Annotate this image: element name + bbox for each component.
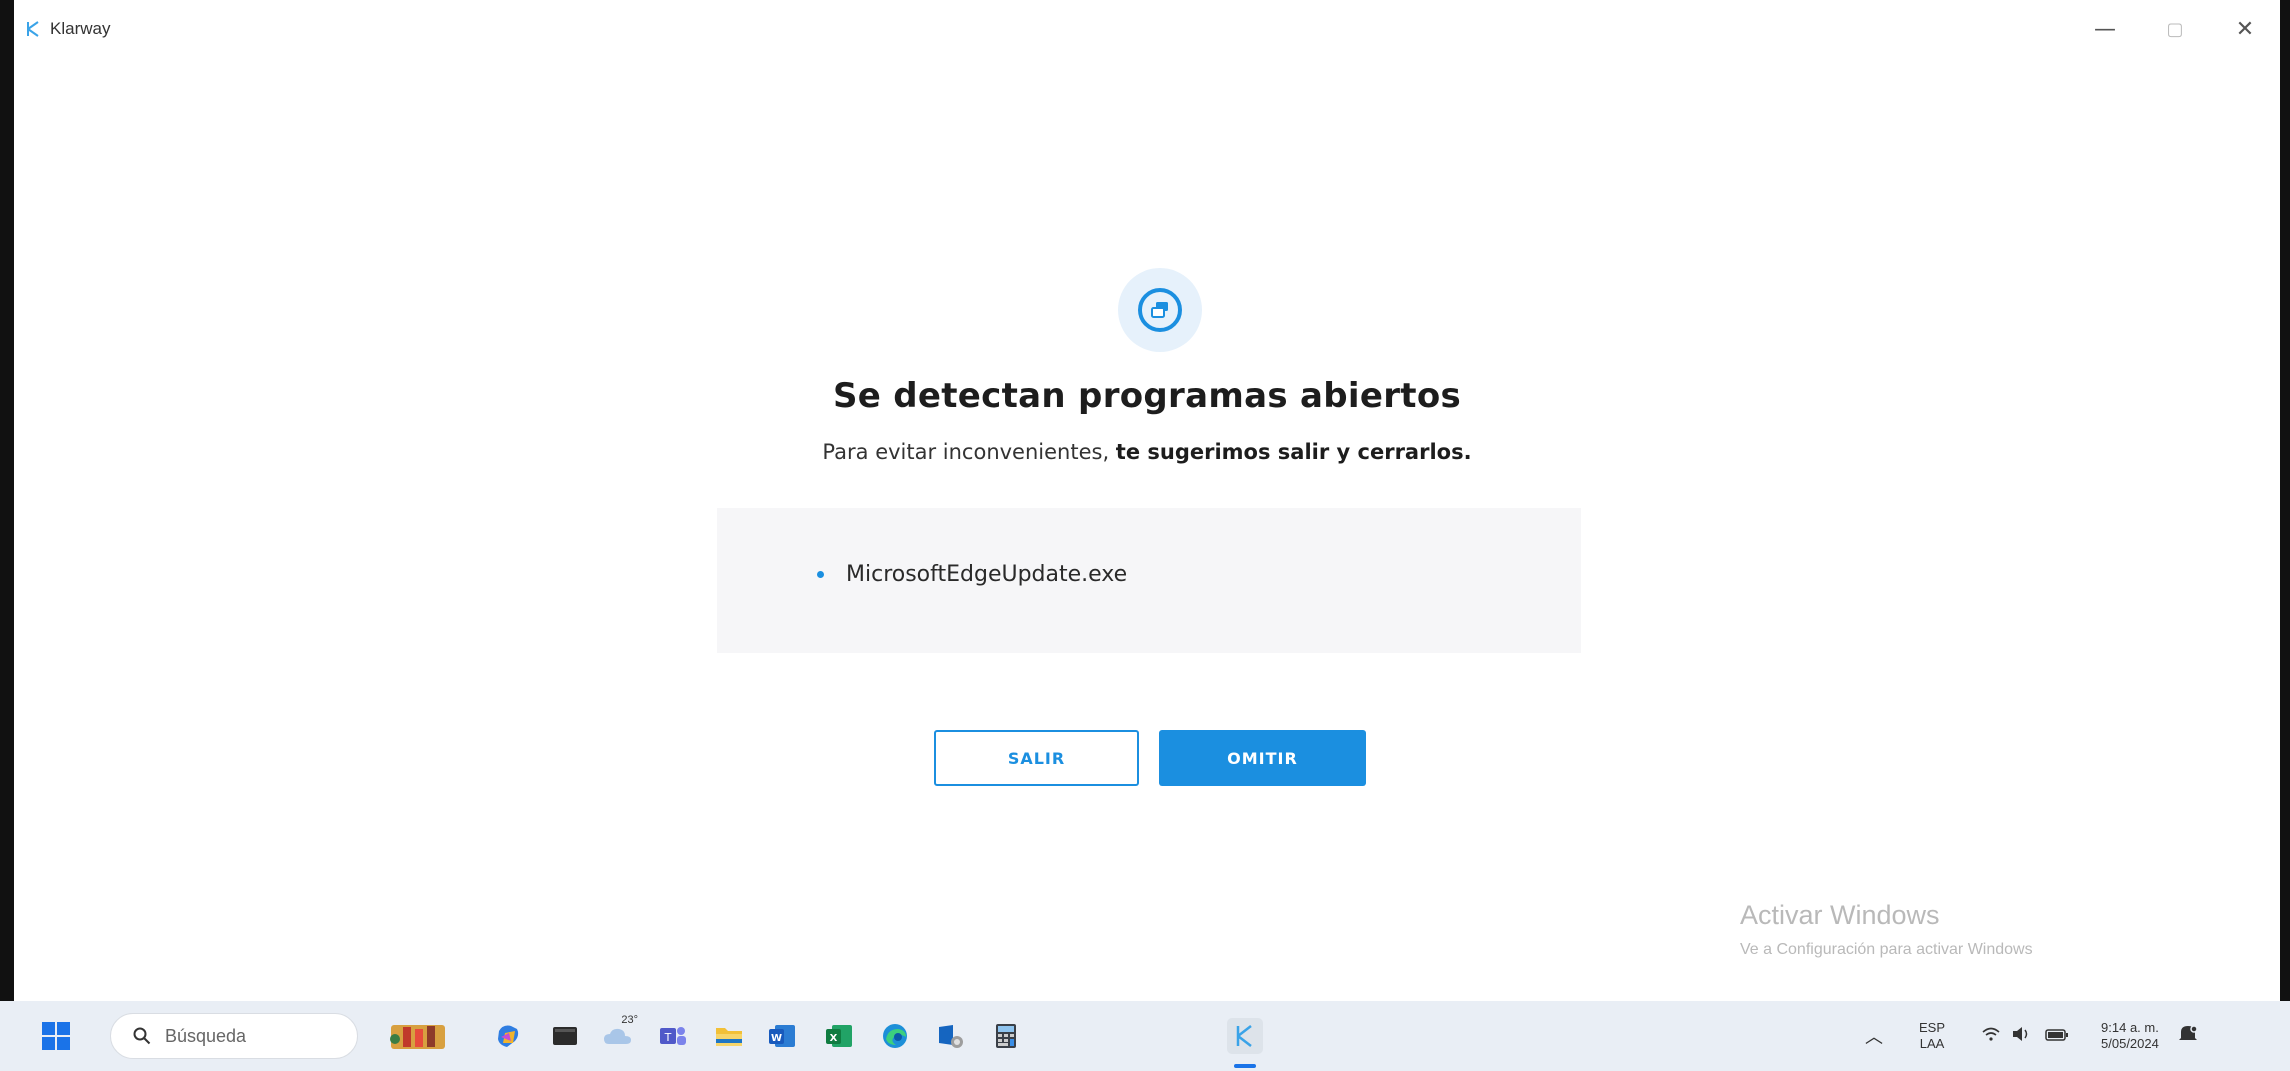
watermark-title: Activar Windows bbox=[1740, 900, 1940, 930]
remote-desktop-icon[interactable] bbox=[932, 1018, 968, 1054]
teams-icon[interactable]: T bbox=[655, 1018, 691, 1054]
copilot-icon[interactable] bbox=[490, 1018, 526, 1054]
list-item: MicrosoftEdgeUpdate.exe bbox=[817, 562, 1127, 587]
svg-text:X: X bbox=[830, 1033, 838, 1044]
bullet-icon bbox=[817, 571, 824, 578]
svg-text:T: T bbox=[664, 1031, 672, 1044]
system-tray: ︿ ESP LAA 9:14 a. m. 5/05/2024 bbox=[1865, 1001, 2199, 1071]
weather-icon[interactable]: 23° bbox=[600, 1014, 638, 1054]
watermark-subtitle: Ve a Configuración para activar Windows bbox=[1740, 941, 2033, 958]
widgets-icon[interactable] bbox=[383, 1018, 453, 1054]
page-title: Se detectan programas abiertos bbox=[832, 376, 1462, 416]
activate-windows-watermark: Activar Windows Ve a Configuración para … bbox=[1740, 900, 2033, 959]
keyboard-layout: LAA bbox=[1919, 1036, 1945, 1051]
clock-date: 5/05/2024 bbox=[2101, 1036, 2159, 1051]
clock-time: 9:14 a. m. bbox=[2101, 1019, 2159, 1035]
dialog-content: Se detectan programas abiertos Para evit… bbox=[14, 58, 2280, 1001]
language-code: ESP bbox=[1919, 1019, 1946, 1035]
search-placeholder: Búsqueda bbox=[165, 1025, 247, 1046]
program-name: MicrosoftEdgeUpdate.exe bbox=[846, 562, 1128, 587]
dialog-subtitle: Para evitar inconvenientes, te sugerimos… bbox=[14, 440, 2280, 464]
notifications-icon[interactable] bbox=[2177, 1024, 2199, 1048]
language-indicator[interactable]: ESP LAA bbox=[1919, 1020, 1945, 1053]
klarway-logo-icon bbox=[24, 19, 44, 39]
search-icon bbox=[133, 1027, 151, 1045]
active-app-indicator bbox=[1234, 1064, 1256, 1068]
maximize-button[interactable]: ▢ bbox=[2140, 0, 2210, 58]
wifi-icon[interactable] bbox=[1981, 1026, 2001, 1046]
windows-start-icon[interactable] bbox=[42, 1022, 70, 1050]
open-programs-list: MicrosoftEdgeUpdate.exe bbox=[717, 508, 1581, 653]
calculator-icon[interactable] bbox=[988, 1018, 1024, 1054]
title-bar: Klarway — ▢ ✕ bbox=[14, 0, 2280, 58]
excel-icon[interactable]: X bbox=[821, 1018, 857, 1054]
chevron-up-icon[interactable]: ︿ bbox=[1865, 1023, 1883, 1049]
weather-temp: 23° bbox=[621, 1014, 638, 1026]
exit-button[interactable]: SALIR bbox=[934, 730, 1139, 786]
edge-icon[interactable] bbox=[877, 1018, 913, 1054]
file-explorer-icon[interactable] bbox=[711, 1018, 747, 1054]
terminal-icon[interactable] bbox=[547, 1018, 583, 1054]
windows-stack-icon bbox=[1118, 268, 1202, 352]
taskbar: Búsqueda 23° T W X ︿ ESP LAA 9:14 a. m. … bbox=[0, 1001, 2290, 1071]
window-controls: — ▢ ✕ bbox=[2070, 0, 2280, 58]
word-icon[interactable]: W bbox=[764, 1018, 800, 1054]
skip-button[interactable]: OMITIR bbox=[1159, 730, 1366, 786]
subtitle-text: Para evitar inconvenientes, bbox=[822, 440, 1116, 464]
search-input[interactable]: Búsqueda bbox=[110, 1013, 358, 1059]
close-button[interactable]: ✕ bbox=[2210, 0, 2280, 58]
klarway-icon[interactable] bbox=[1227, 1018, 1263, 1054]
svg-text:W: W bbox=[771, 1033, 782, 1044]
subtitle-emphasis: te sugerimos salir y cerrarlos. bbox=[1115, 440, 1472, 464]
clock[interactable]: 9:14 a. m. 5/05/2024 bbox=[2101, 1020, 2159, 1053]
battery-icon[interactable] bbox=[2045, 1027, 2069, 1046]
window-title: Klarway bbox=[50, 19, 111, 38]
minimize-button[interactable]: — bbox=[2070, 0, 2140, 58]
volume-icon[interactable] bbox=[2011, 1026, 2031, 1046]
klarway-window: Klarway — ▢ ✕ Se detectan programas abie… bbox=[0, 0, 2290, 1001]
